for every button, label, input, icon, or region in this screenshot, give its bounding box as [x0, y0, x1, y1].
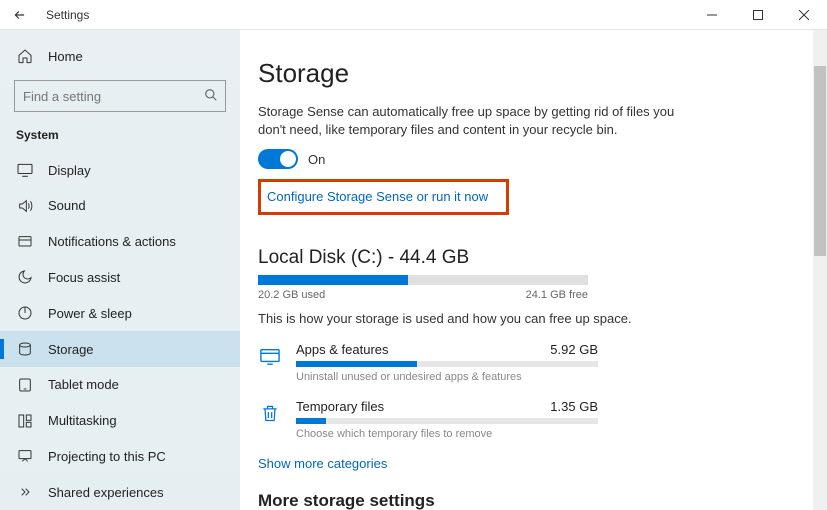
storage-sense-toggle[interactable] — [258, 149, 298, 169]
nav-multitasking[interactable]: Multitasking — [0, 403, 240, 439]
nav-power-sleep[interactable]: Power & sleep — [0, 295, 240, 331]
focus-assist-icon — [16, 268, 34, 286]
nav-tablet-mode[interactable]: Tablet mode — [0, 367, 240, 403]
category-bar — [296, 361, 598, 367]
search-input[interactable] — [14, 80, 226, 112]
nav-label: Multitasking — [48, 413, 117, 428]
disk-usage-fill — [258, 275, 408, 285]
nav-sound[interactable]: Sound — [0, 188, 240, 224]
maximize-button[interactable] — [735, 0, 781, 30]
scroll-thumb[interactable] — [814, 66, 826, 256]
nav-label: Projecting to this PC — [48, 449, 166, 464]
category-apps-features[interactable]: Apps & features 5.92 GB Uninstall unused… — [258, 342, 598, 383]
configure-highlight: Configure Storage Sense or run it now — [258, 179, 509, 215]
home-button[interactable]: Home — [0, 40, 240, 72]
nav-shared-experiences[interactable]: Shared experiences — [0, 474, 240, 510]
disk-subdesc: This is how your storage is used and how… — [258, 311, 799, 326]
category-size: 1.35 GB — [550, 399, 598, 414]
nav-label: Tablet mode — [48, 377, 119, 392]
toggle-state-label: On — [308, 152, 325, 167]
apps-icon — [258, 344, 282, 368]
home-icon — [16, 47, 34, 65]
category-temporary-files[interactable]: Temporary files 1.35 GB Choose which tem… — [258, 399, 598, 440]
window-title: Settings — [46, 8, 89, 22]
main-content: Storage Storage Sense can automatically … — [240, 30, 827, 510]
projecting-icon — [16, 447, 34, 465]
sidebar: Home System Display Sound — [0, 30, 240, 510]
disk-free-label: 24.1 GB free — [526, 289, 588, 301]
back-button[interactable] — [10, 5, 30, 25]
disk-usage-bar — [258, 275, 588, 285]
display-icon — [16, 161, 34, 179]
multitasking-icon — [16, 412, 34, 430]
more-settings-heading: More storage settings — [258, 491, 799, 510]
nav-label: Notifications & actions — [48, 234, 176, 249]
nav-label: Sound — [48, 198, 86, 213]
trash-icon — [258, 401, 282, 425]
shared-icon — [16, 483, 34, 501]
nav-focus-assist[interactable]: Focus assist — [0, 260, 240, 296]
sound-icon — [16, 197, 34, 215]
page-title: Storage — [258, 58, 799, 89]
storage-sense-desc: Storage Sense can automatically free up … — [258, 103, 678, 139]
category-sub: Uninstall unused or undesired apps & fea… — [296, 371, 598, 383]
disk-heading: Local Disk (C:) - 44.4 GB — [258, 247, 799, 269]
nav-label: Shared experiences — [48, 485, 164, 500]
minimize-button[interactable] — [689, 0, 735, 30]
category-size: 5.92 GB — [550, 342, 598, 357]
category-name: Temporary files — [296, 399, 384, 414]
nav-label: Storage — [48, 342, 94, 357]
tablet-icon — [16, 376, 34, 394]
power-icon — [16, 304, 34, 322]
show-more-categories-link[interactable]: Show more categories — [258, 456, 799, 471]
disk-used-label: 20.2 GB used — [258, 289, 325, 301]
search-icon — [204, 88, 218, 102]
storage-icon — [16, 340, 34, 358]
configure-storage-sense-link[interactable]: Configure Storage Sense or run it now — [267, 189, 488, 204]
scrollbar[interactable] — [813, 30, 827, 510]
category-name: Apps & features — [296, 342, 389, 357]
category-sub: Choose which temporary files to remove — [296, 428, 598, 440]
nav-notifications[interactable]: Notifications & actions — [0, 224, 240, 260]
titlebar: Settings — [0, 0, 827, 30]
nav-label: Power & sleep — [48, 306, 132, 321]
nav-display[interactable]: Display — [0, 152, 240, 188]
category-bar — [296, 418, 598, 424]
home-label: Home — [48, 49, 83, 64]
nav-storage[interactable]: Storage — [0, 331, 240, 367]
notifications-icon — [16, 233, 34, 251]
nav-label: Focus assist — [48, 270, 120, 285]
nav-projecting[interactable]: Projecting to this PC — [0, 438, 240, 474]
section-label: System — [0, 124, 240, 152]
close-button[interactable] — [781, 0, 827, 30]
nav-label: Display — [48, 163, 91, 178]
